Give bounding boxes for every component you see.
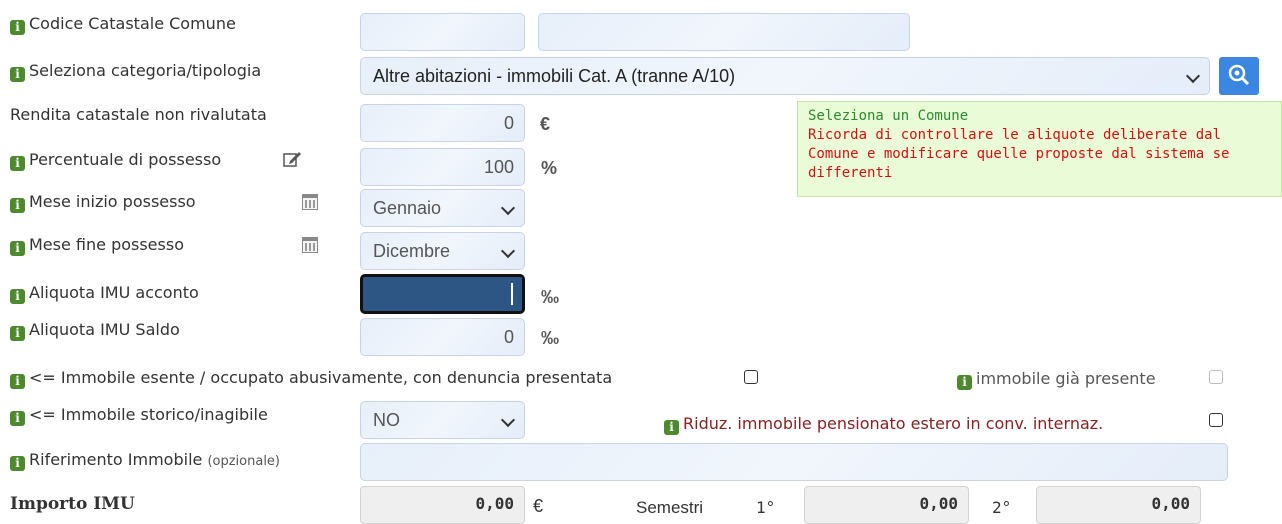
chevron-down-icon bbox=[500, 200, 516, 216]
info-icon[interactable]: i bbox=[10, 156, 25, 171]
riferimento-hint: (opzionale) bbox=[207, 454, 281, 469]
comune-tooltip: Seleziona un Comune Ricorda di controlla… bbox=[797, 101, 1282, 197]
mese-inizio-select[interactable]: Gennaio bbox=[360, 189, 525, 227]
semestre-2-value: 0,00 bbox=[1036, 486, 1201, 524]
search-button[interactable] bbox=[1219, 57, 1259, 95]
mese-fine-label: i Mese fine possesso bbox=[10, 235, 184, 256]
percentuale-input[interactable]: 100 bbox=[360, 148, 525, 186]
calendar-icon[interactable] bbox=[302, 194, 318, 210]
aliquota-acconto-unit: ‰ bbox=[541, 287, 559, 307]
codice-catastale-label: i Codice Catastale Comune bbox=[10, 14, 236, 35]
categoria-label: i Seleziona categoria/tipologia bbox=[10, 61, 261, 82]
storico-select[interactable]: NO bbox=[360, 401, 525, 439]
aliquota-acconto-input[interactable] bbox=[360, 274, 525, 314]
categoria-value: Altre abitazioni - immobili Cat. A (tran… bbox=[373, 66, 736, 86]
tooltip-line: Seleziona un Comune bbox=[808, 108, 969, 124]
tooltip-line: differenti bbox=[808, 165, 893, 181]
edit-icon[interactable] bbox=[283, 150, 303, 168]
tooltip-line: Comune e modificare quelle proposte dal … bbox=[808, 146, 1230, 162]
chevron-down-icon bbox=[500, 412, 516, 428]
importo-total: 0,00 bbox=[360, 486, 525, 524]
categoria-select[interactable]: Altre abitazioni - immobili Cat. A (tran… bbox=[360, 57, 1210, 95]
chevron-down-icon bbox=[500, 243, 516, 259]
info-icon[interactable]: i bbox=[664, 420, 679, 435]
rendita-unit: € bbox=[540, 114, 551, 134]
gia-presente-checkbox[interactable] bbox=[1209, 370, 1223, 384]
aliquota-acconto-label: i Aliquota IMU acconto bbox=[10, 283, 199, 304]
percentuale-label: i Percentuale di possesso bbox=[10, 150, 221, 171]
info-icon[interactable]: i bbox=[10, 374, 25, 389]
rendita-input[interactable]: 0 bbox=[360, 104, 525, 142]
mese-inizio-value: Gennaio bbox=[373, 198, 442, 218]
codice-catastale-input-2[interactable] bbox=[538, 13, 910, 51]
aliquota-saldo-unit: ‰ bbox=[541, 328, 559, 348]
tooltip-line: Ricorda di controllare le aliquote delib… bbox=[808, 127, 1222, 143]
riferimento-input[interactable] bbox=[360, 443, 1228, 481]
aliquota-saldo-input[interactable]: 0 bbox=[360, 318, 525, 356]
search-icon bbox=[1228, 64, 1250, 86]
info-icon[interactable]: i bbox=[10, 241, 25, 256]
mese-fine-value: Dicembre bbox=[373, 241, 451, 261]
semestre-1-label: 1° bbox=[756, 498, 776, 517]
info-icon[interactable]: i bbox=[10, 326, 25, 341]
pensionato-checkbox[interactable] bbox=[1209, 413, 1223, 427]
info-icon[interactable]: i bbox=[10, 198, 25, 213]
esente-label: i <= Immobile esente / occupato abusivame… bbox=[10, 368, 612, 389]
importo-label: Importo IMU bbox=[10, 494, 135, 514]
semestre-2-label: 2° bbox=[992, 498, 1012, 517]
mese-fine-select[interactable]: Dicembre bbox=[360, 232, 525, 270]
esente-checkbox[interactable] bbox=[744, 370, 758, 384]
pensionato-label: i Riduz. immobile pensionato estero in co… bbox=[664, 414, 1103, 435]
percentuale-unit: % bbox=[541, 158, 558, 178]
info-icon[interactable]: i bbox=[10, 20, 25, 35]
codice-catastale-input-1[interactable] bbox=[360, 13, 525, 51]
rendita-label: Rendita catastale non rivalutata bbox=[10, 105, 267, 124]
chevron-down-icon bbox=[1185, 68, 1201, 84]
info-icon[interactable]: i bbox=[10, 289, 25, 304]
gia-presente-label: i immobile già presente bbox=[957, 369, 1156, 390]
mese-inizio-label: i Mese inizio possesso bbox=[10, 192, 196, 213]
storico-value: NO bbox=[373, 410, 400, 430]
info-icon[interactable]: i bbox=[10, 411, 25, 426]
semestri-label: Semestri bbox=[636, 498, 704, 517]
semestre-1-value: 0,00 bbox=[804, 486, 969, 524]
storico-label: i <= Immobile storico/inagibile bbox=[10, 405, 268, 426]
info-icon[interactable]: i bbox=[957, 375, 972, 390]
info-icon[interactable]: i bbox=[10, 67, 25, 82]
text-cursor bbox=[511, 283, 513, 305]
riferimento-label: i Riferimento Immobile (opzionale) bbox=[10, 450, 280, 472]
importo-unit: € bbox=[533, 496, 544, 516]
info-icon[interactable]: i bbox=[10, 456, 25, 471]
aliquota-saldo-label: i Aliquota IMU Saldo bbox=[10, 320, 180, 341]
calendar-icon[interactable] bbox=[302, 237, 318, 253]
